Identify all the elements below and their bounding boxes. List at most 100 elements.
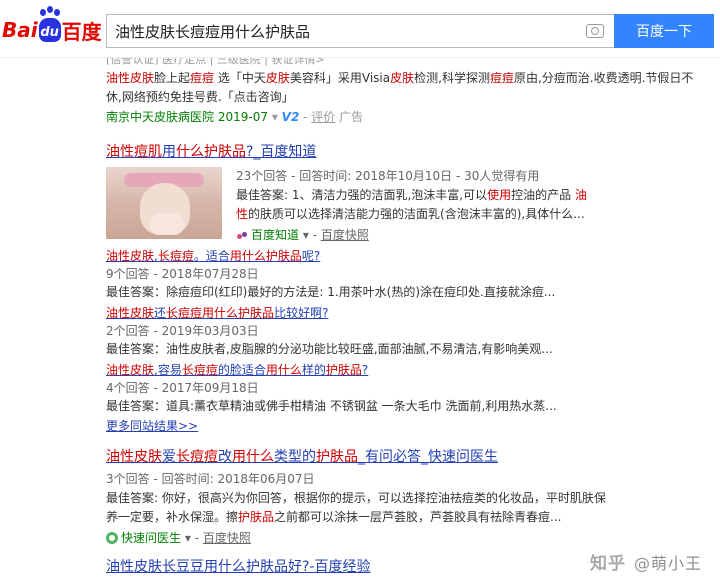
highlight: 用什么护肤品 (202, 306, 275, 320)
sub-question-answer: 最佳答案：油性皮肤者,皮脂腺的分泌功能比较旺盛,面部油腻,不易清洁,有影响美观.… (106, 342, 553, 356)
text: _有问必答_快速问医生 (358, 449, 498, 465)
source-line: 快速问医生 ▾ - 百度快照 (106, 528, 606, 548)
v2-badge[interactable]: V2 (282, 110, 300, 124)
results: [信誉认证] 医疗定点 | 三级医院 | 获证详情> 油性皮肤脸上起痘痘 选「中… (106, 58, 706, 578)
text: 爱 (162, 449, 176, 465)
text: ,容易 (154, 363, 182, 377)
zhidao-icon (236, 230, 248, 240)
text: 用 (162, 144, 176, 160)
doctor-icon (106, 532, 118, 544)
zhidao-body: 23个回答 - 回答时间: 2018年10月10日 - 30人觉得有用 最佳答案… (106, 167, 706, 245)
source-name[interactable]: 百度知道 (251, 228, 299, 242)
text: 类型的 (274, 449, 316, 465)
sub-question: 油性皮肤,长痘痘。适合用什么护肤品呢? 9个回答 - 2018年07月28日 最… (106, 247, 706, 302)
camera-icon[interactable] (586, 24, 604, 38)
sub-question-link[interactable]: 油性皮肤,长痘痘。适合用什么护肤品呢? (106, 249, 320, 263)
highlight: 长痘痘 (157, 249, 194, 263)
watermark-user: @萌小王 (633, 553, 702, 573)
snapshot-link[interactable]: 百度快照 (321, 228, 369, 242)
source-name[interactable]: 快速问医生 (121, 531, 181, 545)
best-answer: 最佳答案: 你好，很高兴为你回答，根据你的提示，可以选择控油祛痘类的化妆品，平时… (106, 489, 606, 527)
highlight: 使用 (487, 188, 512, 202)
highlight: 油性痘肌 (106, 144, 162, 160)
ad-meta: 南京中天皮肤病医院 2019-07 ▾ V2 - 评价 广告 (106, 107, 706, 127)
sub-question-link[interactable]: 油性皮肤还长痘痘用什么护肤品比较好啊? (106, 306, 328, 320)
thumbnail-image[interactable] (106, 167, 222, 239)
best-answer: 最佳答案: 1、清洁力强的洁面乳,泡沫丰富,可以使用控油的产品 油性的肤质可以选… (236, 186, 592, 224)
result-title[interactable]: 油性痘肌用什么护肤品?_百度知道 (106, 141, 706, 163)
sub-question-title[interactable]: 油性皮肤,容易长痘痘的脸适合用什么样的护肤品? (106, 361, 706, 379)
highlight: 护肤品 (316, 449, 358, 465)
highlight: 长痘痘 (166, 306, 203, 320)
highlight: 皮肤 (265, 71, 290, 85)
highlight: 痘痘 (489, 71, 514, 85)
sub-question: 油性皮肤还长痘痘用什么护肤品比较好啊? 2个回答 - 2019年03月03日 最… (106, 304, 706, 359)
highlight: 什么护肤品 (176, 144, 246, 160)
highlight: 油性皮肤 (106, 249, 155, 263)
sub-question-title[interactable]: 油性皮肤还长痘痘用什么护肤品比较好啊? (106, 304, 706, 322)
sub-question-title[interactable]: 油性皮肤,长痘痘。适合用什么护肤品呢? (106, 247, 706, 265)
highlight: 油性皮肤 (106, 306, 155, 320)
paw-icon: du (38, 9, 61, 42)
sub-question-answer: 最佳答案：除痘痘印(红印)最好的方法是: 1.用茶叶水(热的)涂在痘印处.直接就… (106, 285, 556, 299)
highlight: 用什么 (265, 363, 302, 377)
sub-question-meta: 4个回答 - 2017年09月18日 (106, 381, 259, 395)
text: ?_百度知道 (246, 144, 317, 160)
text: 控油的产品 (511, 188, 575, 202)
more-results-link[interactable]: 更多同站结果>> (106, 419, 198, 433)
ad-review-link[interactable]: 评价 (311, 110, 335, 124)
text: 比较好啊? (274, 306, 329, 320)
logo-baidu: 百度 (61, 19, 102, 44)
zhihu-logo: 知乎 (589, 554, 626, 574)
highlight: 长痘痘 (176, 449, 218, 465)
text: 美容科」采用Visia (289, 71, 391, 85)
result-description: 3个回答 - 回答时间: 2018年06月07日 最佳答案: 你好，很高兴为你回… (106, 470, 606, 548)
text: ? (361, 363, 369, 377)
ad-label: 广告 (339, 110, 364, 124)
highlight: 油性皮肤 (106, 71, 155, 85)
source-line: 百度知道 ▾ - 百度快照 (236, 225, 592, 245)
baidu-logo[interactable]: Bai du 百度 (2, 9, 102, 50)
search-input[interactable] (115, 15, 575, 47)
highlight: 长痘痘 (181, 363, 218, 377)
highlight: 油性皮肤 (106, 363, 155, 377)
text: 样的 (301, 363, 326, 377)
snapshot-link[interactable]: 百度快照 (203, 531, 251, 545)
text: 。适合 (193, 249, 230, 263)
highlight: 痘痘 (190, 71, 215, 85)
ad-description: 油性皮肤脸上起痘痘 选「中天皮肤美容科」采用Visia皮肤检测,科学探测痘痘原由… (106, 69, 706, 107)
ad-top-cut: [信誉认证] 医疗定点 | 三级医院 | 获证详情> (106, 58, 325, 66)
highlight: 用什么护肤品 (229, 249, 302, 263)
result-meta: 23个回答 - 回答时间: 2018年10月10日 - 30人觉得有用 (236, 169, 540, 183)
highlight: 护肤品 (238, 510, 275, 524)
result-title[interactable]: 油性皮肤爱长痘痘改用什么类型的护肤品_有问必答_快速问医生 (106, 446, 706, 468)
text: 最佳答案: 1、清洁力强的洁面乳,泡沫丰富,可以 (236, 188, 488, 202)
sub-question-meta: 2个回答 - 2019年03月03日 (106, 324, 259, 338)
text: 改 (218, 449, 232, 465)
text: 的肤质可以选择清洁能力强的洁面乳(含泡沫丰富的),具体什么... (248, 207, 585, 221)
text: 检测,科学探测 (414, 71, 490, 85)
sub-question-answer: 最佳答案：道具:薰衣草精油或佛手柑精油 不锈钢盆 一条大毛巾 洗面前,利用热水蒸… (106, 399, 557, 413)
search-result: 油性皮肤爱长痘痘改用什么类型的护肤品_有问必答_快速问医生 3个回答 - 回答时… (106, 446, 706, 548)
search-box (106, 14, 614, 48)
separator: - (299, 110, 312, 124)
result-title-link[interactable]: 油性皮肤长豆豆用什么护肤品好?-百度经验 (106, 559, 370, 575)
chevron-down-icon[interactable]: ▾ (272, 110, 278, 124)
result-title-link[interactable]: 油性痘肌用什么护肤品?_百度知道 (106, 144, 316, 160)
highlight: 用什么 (232, 449, 274, 465)
sub-question-link[interactable]: 油性皮肤,容易长痘痘的脸适合用什么样的护肤品? (106, 363, 368, 377)
header: Bai du 百度 百度一下 (0, 0, 720, 58)
watermark: 知乎 @萌小王 (589, 549, 702, 575)
logo-bai: Bai (2, 18, 38, 42)
highlight: 护肤品 (325, 363, 362, 377)
ad-date: 2019-07 (217, 110, 268, 124)
highlight: 油性皮肤 (106, 449, 162, 465)
ad-source[interactable]: 南京中天皮肤病医院 (106, 110, 214, 124)
logo-du: du (40, 25, 59, 40)
zhidao-text: 23个回答 - 回答时间: 2018年10月10日 - 30人觉得有用 最佳答案… (236, 167, 592, 245)
sub-question: 油性皮肤,容易长痘痘的脸适合用什么样的护肤品? 4个回答 - 2017年09月1… (106, 361, 706, 416)
text: 呢? (301, 249, 321, 263)
result-title-link[interactable]: 油性皮肤爱长痘痘改用什么类型的护肤品_有问必答_快速问医生 (106, 449, 498, 465)
text: 还 (154, 306, 167, 320)
search-button[interactable]: 百度一下 (614, 14, 714, 48)
